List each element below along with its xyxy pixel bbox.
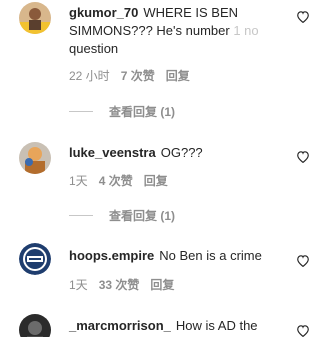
like-heart-icon[interactable] [296, 150, 310, 163]
divider-line [69, 215, 93, 216]
comment-text: hoops.empire No Ben is a crime [69, 248, 262, 263]
reply-button[interactable]: 回复 [150, 277, 174, 293]
like-heart-icon[interactable] [296, 10, 310, 23]
comment-meta: 22 小时 7 次赞 回复 [69, 68, 190, 84]
avatar[interactable] [19, 142, 51, 174]
comment-username[interactable]: _marcmorrison_ [69, 318, 171, 333]
comment-username[interactable]: gkumor_70 [69, 5, 138, 20]
like-heart-icon[interactable] [296, 324, 310, 337]
comment-meta: 1天 33 次赞 回复 [69, 277, 174, 293]
reply-button[interactable]: 回复 [144, 173, 168, 189]
view-replies-button[interactable]: 查看回复 (1) [69, 207, 175, 224]
avatar[interactable] [19, 243, 51, 275]
comment-meta: 1天 4 次赞 回复 [69, 173, 168, 189]
comment-text: luke_veenstra OG??? [69, 145, 203, 160]
comment-text: _marcmorrison_ How is AD the [69, 318, 258, 333]
user-avatar-icon [19, 142, 51, 174]
avatar[interactable] [19, 314, 51, 337]
divider-line [69, 111, 93, 112]
comment-timestamp[interactable]: 1天 [69, 173, 88, 189]
comment-timestamp[interactable]: 1天 [69, 277, 88, 293]
comment-username[interactable]: hoops.empire [69, 248, 154, 263]
comments-list: gkumor_70 WHERE IS BEN SIMMONS??? He's nu… [0, 0, 331, 337]
comment-text: gkumor_70 WHERE IS BEN SIMMONS??? He's nu… [69, 5, 259, 56]
avatar[interactable] [19, 2, 51, 34]
like-count[interactable]: 7 次赞 [121, 68, 155, 84]
user-avatar-icon [19, 2, 51, 34]
user-avatar-icon [19, 314, 51, 337]
view-replies-button[interactable]: 查看回复 (1) [69, 103, 175, 120]
hoops-empire-logo [19, 243, 51, 275]
like-count[interactable]: 33 次赞 [99, 277, 140, 293]
reply-button[interactable]: 回复 [166, 68, 190, 84]
like-heart-icon[interactable] [296, 254, 310, 267]
like-count[interactable]: 4 次赞 [99, 173, 133, 189]
comment-username[interactable]: luke_veenstra [69, 145, 156, 160]
comment-timestamp[interactable]: 22 小时 [69, 68, 110, 84]
